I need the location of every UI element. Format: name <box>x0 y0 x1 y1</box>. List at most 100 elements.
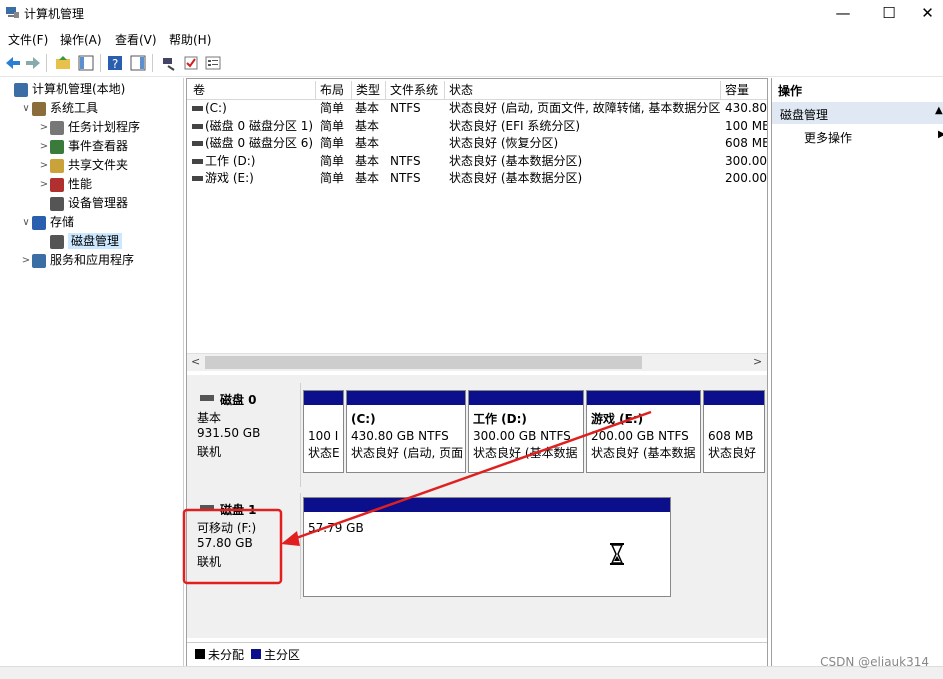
properties-icon[interactable] <box>204 54 222 72</box>
tree-item[interactable]: > 事件查看器 <box>0 137 183 156</box>
disk-drive-icon <box>200 505 214 511</box>
menu-bar: 文件(F) 操作(A) 查看(V) 帮助(H) <box>0 27 943 49</box>
forward-arrow-icon[interactable] <box>24 54 42 72</box>
table-row[interactable]: (磁盘 0 磁盘分区 6) 简单 基本 状态良好 (恢复分区) 608 ME <box>187 135 767 153</box>
partition-text: 100 I 状态E <box>308 411 341 462</box>
close-button[interactable]: ✕ <box>912 0 943 26</box>
partition[interactable]: 工作 (D:) 300.00 GB NTFS 状态良好 (基本数据 <box>468 390 584 473</box>
tree-item[interactable]: ∨ 存储 <box>0 213 183 232</box>
collapse-triangle-icon[interactable]: ▲ <box>935 105 943 116</box>
partition-bar <box>347 391 465 405</box>
tree-item-label: 存储 <box>50 215 75 229</box>
menu-help[interactable]: 帮助(H) <box>169 31 211 48</box>
status-bar <box>0 666 943 679</box>
disk-1-label[interactable]: 磁盘 1 可移动 (F:) 57.80 GB 联机 <box>188 493 301 599</box>
chevron-right-icon[interactable]: > <box>38 156 50 175</box>
tree-item[interactable]: > 共享文件夹 <box>0 156 183 175</box>
disk-graphical-view: 磁盘 0 基本 931.50 GB 联机 100 I 状态E (C:) 430.80 … <box>187 375 767 638</box>
horizontal-scrollbar[interactable]: < > <box>187 353 767 371</box>
volume-icon <box>192 176 203 182</box>
tree-item-label: 服务和应用程序 <box>50 253 135 267</box>
table-row[interactable]: 工作 (D:) 简单 基本 NTFS 状态良好 (基本数据分区) 300.00 <box>187 153 767 171</box>
actions-section-disk-management[interactable]: 磁盘管理 ▲ <box>772 102 943 124</box>
tree-item[interactable]: 计算机管理(本地) <box>0 80 183 99</box>
partition-text: (C:) 430.80 GB NTFS 状态良好 (启动, 页面 <box>351 411 463 462</box>
disk-name: 磁盘 0 <box>220 393 257 407</box>
connect-icon[interactable] <box>160 54 178 72</box>
disk-0-label[interactable]: 磁盘 0 基本 931.50 GB 联机 <box>188 383 301 487</box>
cell-status: 状态良好 (恢复分区) <box>449 136 559 151</box>
table-row[interactable]: (C:) 简单 基本 NTFS 状态良好 (启动, 页面文件, 故障转储, 基本数据分区… <box>187 100 767 118</box>
actions-header: 操作 <box>778 84 803 98</box>
partition-bar <box>304 498 670 512</box>
partition-title <box>708 411 762 428</box>
clock-icon <box>50 120 64 135</box>
table-row[interactable]: 游戏 (E:) 简单 基本 NTFS 状态良好 (基本数据分区) 200.00 <box>187 170 767 188</box>
show-hide-action-pane-icon[interactable] <box>129 54 147 72</box>
partition[interactable]: 100 I 状态E <box>303 390 344 473</box>
tree-item[interactable]: > 性能 <box>0 175 183 194</box>
volume-icon <box>192 158 203 164</box>
services-icon <box>32 253 46 268</box>
back-arrow-icon[interactable] <box>4 54 22 72</box>
shared-folder-icon <box>50 158 64 173</box>
partition[interactable]: 608 MB 状态良好 <box>703 390 765 473</box>
performance-icon <box>50 177 64 192</box>
chevron-right-icon[interactable]: > <box>38 118 50 137</box>
tree-item[interactable]: > 任务计划程序 <box>0 118 183 137</box>
partition[interactable]: 游戏 (E:) 200.00 GB NTFS 状态良好 (基本数据 <box>586 390 701 473</box>
column-header-type[interactable]: 类型 <box>352 81 386 99</box>
menu-file[interactable]: 文件(F) <box>8 31 48 48</box>
column-header-layout[interactable]: 布局 <box>316 81 352 99</box>
scroll-right-arrow-icon[interactable]: > <box>753 355 762 368</box>
cell-layout: 简单 <box>320 171 345 186</box>
cell-filesystem: NTFS <box>390 153 421 168</box>
scroll-left-arrow-icon[interactable]: < <box>191 355 200 368</box>
chevron-right-icon[interactable]: > <box>38 175 50 194</box>
menu-action[interactable]: 操作(A) <box>60 31 102 48</box>
cell-type: 基本 <box>355 101 380 115</box>
maximize-button[interactable]: ☐ <box>866 0 912 26</box>
help-icon[interactable]: ? <box>106 54 124 72</box>
partition-text: 工作 (D:) 300.00 GB NTFS 状态良好 (基本数据 <box>473 411 581 462</box>
check-icon[interactable] <box>182 54 200 72</box>
partition-title <box>308 411 341 428</box>
minimize-button[interactable]: — <box>820 0 866 26</box>
more-actions-link[interactable]: 更多操作 <box>804 129 852 146</box>
chevron-right-icon[interactable]: > <box>38 137 50 156</box>
cell-layout: 简单 <box>320 153 345 168</box>
console-tree: 计算机管理(本地) ∨ 系统工具 > 任务计划程序 > 事件查看器 > 共享文件夹 > 性能 设备管理… <box>0 78 184 667</box>
tree-item[interactable]: ∨ 系统工具 <box>0 99 183 118</box>
partition-title: (C:) <box>351 412 376 426</box>
chevron-right-icon[interactable]: > <box>20 251 32 270</box>
column-header-capacity[interactable]: 容量 <box>721 81 767 99</box>
disk-type: 基本 <box>197 411 222 425</box>
menu-view[interactable]: 查看(V) <box>115 31 157 48</box>
table-row[interactable]: (磁盘 0 磁盘分区 1) 简单 基本 状态良好 (EFI 系统分区) 100 ME <box>187 118 767 136</box>
tree-item[interactable]: 设备管理器 <box>0 194 183 213</box>
disk-type: 可移动 (F:) <box>197 521 257 535</box>
column-header-status[interactable]: 状态 <box>445 81 721 99</box>
legend-label-primary: 主分区 <box>264 648 301 662</box>
tree-item-label: 计算机管理(本地) <box>32 82 126 96</box>
show-hide-console-tree-icon[interactable] <box>77 54 95 72</box>
tree-item[interactable]: 磁盘管理 <box>0 232 183 251</box>
column-header-filesystem[interactable]: 文件系统 <box>386 81 445 99</box>
chevron-down-icon[interactable]: ∨ <box>20 213 32 232</box>
tree-item-label: 事件查看器 <box>68 139 129 153</box>
toolbar: ? <box>0 50 943 77</box>
partition[interactable]: (C:) 430.80 GB NTFS 状态良好 (启动, 页面 <box>346 390 466 473</box>
partition-bar <box>304 391 343 405</box>
tree-item-label: 设备管理器 <box>68 196 129 210</box>
tree-item[interactable]: > 服务和应用程序 <box>0 251 183 270</box>
cell-capacity: 430.80 <box>725 101 767 115</box>
partition-title: 游戏 (E:) <box>591 412 644 426</box>
volume-table-body: (C:) 简单 基本 NTFS 状态良好 (启动, 页面文件, 故障转储, 基本数据分区… <box>187 100 767 350</box>
chevron-down-icon[interactable]: ∨ <box>20 99 32 118</box>
submenu-arrow-icon[interactable]: ▶ <box>938 129 943 140</box>
up-folder-icon[interactable] <box>54 54 72 72</box>
legend-label-unallocated: 未分配 <box>208 648 245 662</box>
device-manager-icon <box>50 196 64 211</box>
scrollbar-thumb[interactable] <box>205 356 642 369</box>
column-header-volume[interactable]: 卷 <box>189 81 316 99</box>
